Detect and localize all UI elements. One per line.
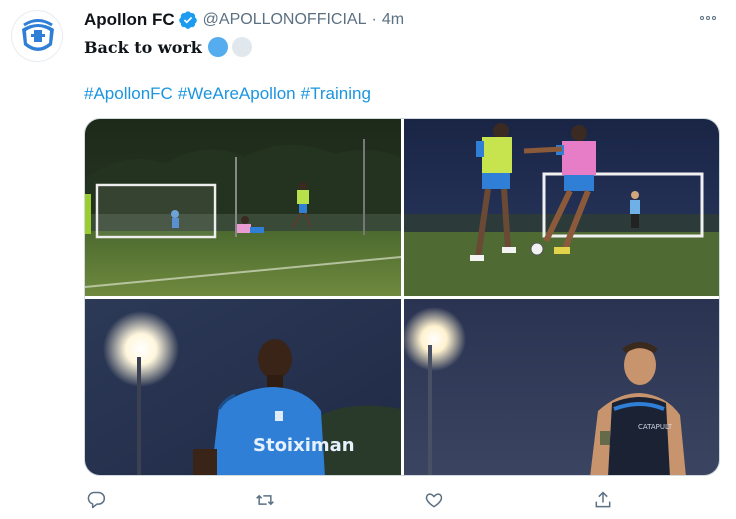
like-icon <box>425 493 443 508</box>
tweet-timestamp[interactable]: 4m <box>382 11 404 29</box>
club-crest-icon <box>14 13 62 61</box>
tweet[interactable]: Apollon FC @APOLLONOFFICIAL · 4m Back to… <box>0 0 736 519</box>
tweet-text: Back to work <box>84 36 252 58</box>
tweet-header: Apollon FC @APOLLONOFFICIAL · 4m <box>84 9 404 31</box>
blue-circle-emoji <box>207 37 228 57</box>
share-icon <box>595 491 611 508</box>
share-button[interactable] <box>591 488 615 512</box>
separator-dot: · <box>371 11 377 28</box>
shirt-sponsor-text: Stoiximan <box>253 435 355 456</box>
retweet-button[interactable] <box>253 488 277 512</box>
photo-3[interactable]: Stoiximan <box>85 299 401 475</box>
like-button[interactable] <box>422 488 446 512</box>
photo-1[interactable] <box>85 119 401 296</box>
hashtag-list: #ApollonFC #WeAreApollon #Training <box>84 84 371 104</box>
white-circle-emoji <box>231 37 252 57</box>
reply-button[interactable] <box>84 488 108 512</box>
retweet-icon <box>256 494 274 506</box>
hashtag-link[interactable]: #WeAreApollon <box>178 84 296 104</box>
hashtag-link[interactable]: #Training <box>301 84 371 104</box>
vest-sponsor-text: CATAPULT <box>638 423 673 431</box>
photo-2[interactable] <box>404 119 719 296</box>
user-handle[interactable]: @APOLLONOFFICIAL <box>203 11 367 29</box>
reply-icon <box>87 491 106 509</box>
avatar[interactable] <box>11 10 63 62</box>
verified-badge-icon <box>178 11 197 29</box>
photo-4[interactable]: CATAPULT <box>404 299 719 475</box>
tweet-body: Back to work <box>84 37 202 57</box>
media-grid: Stoiximan CATAPULT <box>84 118 720 476</box>
tweet-actions <box>84 488 624 512</box>
more-options-icon[interactable] <box>694 9 722 27</box>
hashtag-link[interactable]: #ApollonFC <box>84 84 173 104</box>
display-name[interactable]: Apollon FC <box>84 10 175 30</box>
